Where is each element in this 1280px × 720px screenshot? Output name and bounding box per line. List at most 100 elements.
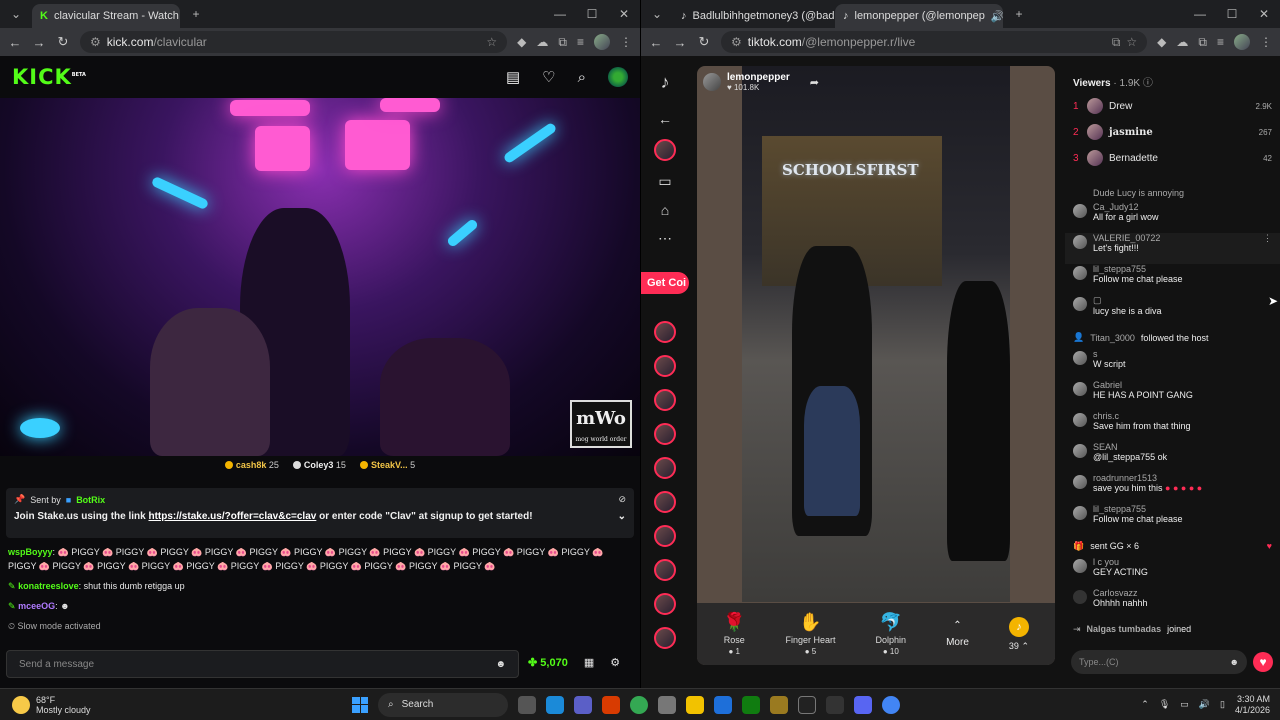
top-viewer-row[interactable]: 2 jasmine 267 [1073, 119, 1272, 145]
url-field[interactable]: ⚙ tiktok.com/@lemonpepper.r/live ⧉ ☆ [721, 31, 1148, 53]
live-channel-avatar[interactable] [654, 457, 676, 479]
get-coins-button[interactable]: Get Coi [641, 272, 689, 294]
gifter-item[interactable]: SteakV... 5 [359, 460, 415, 478]
emoji-icon[interactable]: ☻ [495, 659, 506, 670]
settings-gear-icon[interactable]: ⚙ [610, 656, 620, 669]
back-icon[interactable]: ← [649, 35, 663, 50]
top-viewer-row[interactable]: 3 Bernadette 42 [1073, 145, 1272, 171]
more-gifts-button[interactable]: ⌃ More [946, 620, 969, 648]
steam-icon[interactable] [826, 695, 844, 714]
back-arrow-icon[interactable]: ← [655, 111, 675, 127]
unpin-icon[interactable]: ⊘ [618, 494, 626, 505]
top-viewer-row[interactable]: 1 Drew 2.9K [1073, 93, 1272, 119]
chat-username[interactable]: mceeOG [18, 601, 55, 611]
tab-search-icon[interactable]: ⌄ [0, 7, 32, 21]
copilot-icon[interactable] [602, 695, 620, 714]
live-channel-avatar[interactable] [654, 491, 676, 513]
task-view-icon[interactable] [518, 695, 536, 714]
live-channel-avatar[interactable] [654, 593, 676, 615]
network-icon[interactable]: ▭ [1180, 699, 1189, 710]
bot-name[interactable]: BotRix [76, 495, 105, 505]
live-channel-avatar[interactable] [654, 559, 676, 581]
live-channel-avatar[interactable] [654, 525, 676, 547]
more-dots-icon[interactable]: ⋯ [655, 230, 675, 247]
close-window-icon[interactable]: ✕ [1248, 7, 1280, 21]
emoji-icon[interactable]: ☻ [1230, 657, 1239, 667]
like-heart-button[interactable]: ♥ [1253, 652, 1273, 672]
taskbar-search[interactable]: ⌕ Search [378, 692, 508, 717]
chat-input[interactable]: Send a message ☻ [6, 650, 519, 678]
bookmark-star-icon[interactable]: ☆ [486, 35, 497, 49]
teams-icon[interactable] [574, 695, 592, 714]
forward-icon[interactable]: → [32, 35, 46, 50]
live-channel-avatar[interactable] [654, 321, 676, 343]
weather-widget[interactable]: 68°F Mostly cloudy [0, 695, 91, 715]
tab-lemonpepper[interactable]: ♪ lemonpepper (@lemonpep 🔊 ✕ [835, 4, 1003, 28]
chat-username[interactable]: konatreeslove [18, 581, 79, 591]
close-window-icon[interactable]: ✕ [608, 7, 640, 21]
menu-dots-icon[interactable]: ⋮ [620, 35, 632, 49]
reading-list-icon[interactable]: ≡ [1217, 35, 1224, 49]
gift-finger-heart[interactable]: ✋ Finger Heart ● 5 [785, 612, 835, 656]
epic-games-icon[interactable] [798, 695, 816, 714]
gifter-item[interactable]: Coley3 15 [292, 460, 346, 478]
site-info-icon[interactable]: ⚙ [90, 35, 101, 49]
new-tab-button[interactable]: + [180, 7, 212, 21]
stream-video[interactable]: mWo mog world order [0, 98, 640, 456]
bookmark-star-icon[interactable]: ☆ [1126, 35, 1137, 49]
heart-icon[interactable]: ♡ [542, 68, 555, 86]
search-icon[interactable]: ⌕ [578, 69, 586, 86]
xbox-icon[interactable] [742, 695, 760, 714]
profile-avatar[interactable] [594, 34, 610, 50]
comment-input[interactable]: Type...(C) ☻ [1071, 650, 1247, 674]
following-icon[interactable]: ▤ [506, 68, 520, 86]
reload-icon[interactable]: ↻ [697, 34, 711, 50]
edge-icon[interactable] [546, 695, 564, 714]
open-in-app-icon[interactable]: ⧉ [1112, 35, 1121, 50]
volume-icon[interactable]: 🔊 [1199, 699, 1210, 710]
live-player[interactable]: lemonpepper ♥ 101.8K ➦ SCHOOLSFIRST 🌹 Ros… [697, 66, 1055, 665]
back-icon[interactable]: ← [8, 35, 22, 50]
tab-search-icon[interactable]: ⌄ [641, 7, 673, 21]
chevron-down-icon[interactable]: ⌄ [618, 511, 626, 522]
battery-icon[interactable]: ▯ [1220, 699, 1225, 710]
tab-badlul[interactable]: ♪ Badlulbihhgetmoney3 (@badlu ✕ [673, 4, 835, 28]
outlook-icon[interactable] [714, 695, 732, 714]
host-name[interactable]: lemonpepper [727, 72, 790, 83]
live-video-icon[interactable]: ▭ [655, 173, 675, 190]
explore-icon[interactable]: ⌂ [655, 202, 675, 218]
tray-overflow-icon[interactable]: ⌃ [1141, 699, 1149, 710]
extension-icon[interactable]: ◆ [1157, 35, 1166, 49]
chrome-icon[interactable] [630, 695, 648, 714]
kick-logo[interactable]: KICKBETA [12, 65, 86, 89]
gifter-item[interactable]: cash8k 25 [224, 460, 279, 478]
user-avatar[interactable] [608, 67, 628, 87]
chrome-profile-icon[interactable] [882, 695, 900, 714]
forward-icon[interactable]: → [673, 35, 687, 50]
followed-live-avatar[interactable] [654, 139, 676, 161]
maximize-icon[interactable]: ☐ [576, 7, 608, 21]
share-icon[interactable]: ➦ [810, 76, 819, 89]
discord-icon[interactable] [854, 695, 872, 714]
coin-balance-button[interactable]: ♪ 39 ⌃ [1009, 616, 1029, 652]
new-tab-button[interactable]: + [1003, 7, 1035, 21]
live-channel-avatar[interactable] [654, 389, 676, 411]
extension-icon[interactable]: ☁ [1176, 35, 1188, 49]
minimize-icon[interactable]: — [1184, 7, 1216, 21]
game-icon[interactable] [770, 695, 788, 714]
maximize-icon[interactable]: ☐ [1216, 7, 1248, 21]
live-channel-avatar[interactable] [654, 355, 676, 377]
extension-icon[interactable]: ◆ [517, 35, 526, 49]
channel-points[interactable]: ✤ 5,070 [528, 656, 568, 669]
clock[interactable]: 3:30 AM 4/1/2026 [1235, 694, 1270, 716]
host-avatar[interactable] [703, 73, 721, 91]
live-stream-video[interactable]: SCHOOLSFIRST [742, 66, 1010, 602]
extensions-puzzle-icon[interactable]: ⧉ [1198, 35, 1207, 50]
menu-dots-icon[interactable]: ⋮ [1260, 35, 1272, 49]
profile-avatar[interactable] [1234, 34, 1250, 50]
comment-more-icon[interactable]: ⋮ [1263, 233, 1272, 244]
reading-list-icon[interactable]: ≡ [577, 35, 584, 49]
gift-rose[interactable]: 🌹 Rose ● 1 [723, 612, 745, 656]
extensions-puzzle-icon[interactable]: ⧉ [558, 35, 567, 50]
file-explorer-icon[interactable] [686, 695, 704, 714]
